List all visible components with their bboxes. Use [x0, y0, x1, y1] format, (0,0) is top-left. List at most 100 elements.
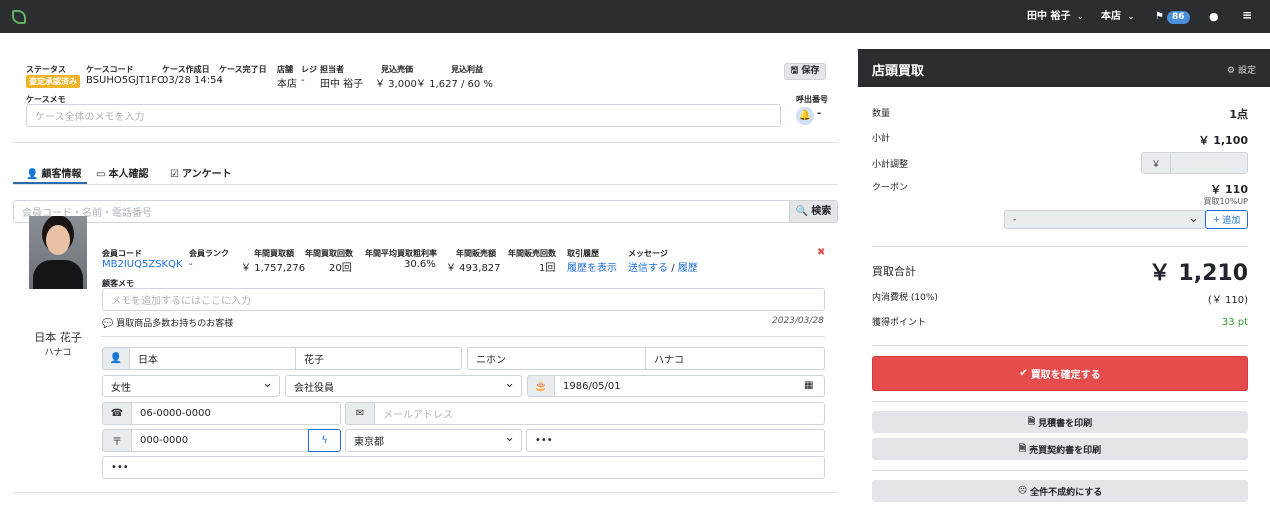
first-kana-input[interactable]: ハナコ: [645, 347, 825, 370]
cancel-all-button[interactable]: ☹ 全件不成約にする: [872, 480, 1248, 502]
staff-label: 担当者: [320, 65, 344, 74]
check-icon: ✔: [1019, 368, 1028, 379]
coupon-note: 買取10%UP: [1203, 197, 1248, 206]
divider: [872, 246, 1248, 247]
postal-mark-icon: 〒: [102, 429, 132, 452]
save-icon: 🖫: [790, 66, 799, 76]
call-number-label: 呼出番号: [796, 95, 828, 104]
annual-buy-count-label: 年間買取回数: [305, 249, 353, 258]
annual-buy-label: 年間買取額: [254, 249, 294, 258]
est-price-value: ￥ 3,000: [375, 79, 417, 90]
last-kana-input[interactable]: ニホン: [467, 347, 646, 370]
member-rank-label: 会員ランク: [189, 249, 229, 258]
est-price-label: 見込売価: [381, 65, 413, 74]
user-icon: 👤: [26, 169, 39, 180]
email-input[interactable]: メールアドレス: [374, 402, 825, 425]
address-line2-input[interactable]: •••: [102, 456, 825, 479]
register-label: レジ: [301, 65, 317, 74]
save-button[interactable]: 🖫 保存: [784, 63, 826, 80]
store-label: 店舗: [277, 65, 293, 74]
envelope-icon: ✉: [345, 402, 375, 425]
gender-select[interactable]: 女性: [102, 375, 280, 397]
print-contract-button[interactable]: 🗎 売買契約書を印刷: [872, 438, 1248, 460]
annual-sales-value: ￥ 493,827: [446, 263, 501, 274]
subtotal-label: 小計: [872, 134, 891, 144]
customer-memo-input[interactable]: メモを追加するにはここに入力: [102, 288, 825, 311]
case-created-value: 03/28 14:54: [162, 75, 223, 86]
annual-sales-count-value: 1回: [539, 263, 556, 274]
app-logo-icon[interactable]: [12, 10, 26, 24]
status-label: ステータス: [26, 65, 66, 74]
notifications-button[interactable]: ⚑ 86: [1155, 10, 1190, 24]
panel-header: 店頭買取 ⚙ 設定: [858, 49, 1270, 87]
case-completed-value: -: [219, 75, 223, 86]
staff-value: 田中 裕子: [320, 79, 364, 90]
chevron-down-icon: ⌄: [1127, 12, 1135, 21]
coupon-value: ￥ 110: [1210, 183, 1248, 196]
pdf-icon: 🗎: [1027, 417, 1036, 427]
occupation-select[interactable]: 会社役員: [285, 375, 522, 397]
tab-customer-info[interactable]: 👤 顧客情報: [26, 165, 81, 180]
address-line1-input[interactable]: •••: [526, 429, 825, 452]
divider: [872, 345, 1248, 346]
send-message-link[interactable]: 送信する: [628, 263, 668, 274]
case-created-label: ケース作成日: [162, 65, 210, 74]
case-completed-label: ケース完了日: [219, 65, 267, 74]
prefecture-select[interactable]: 東京都: [345, 429, 522, 452]
message-label: メッセージ: [628, 249, 668, 258]
member-code-link[interactable]: MB2IUQ5ZSKQK: [102, 259, 183, 270]
last-name-input[interactable]: 日本: [129, 347, 296, 370]
address-lookup-button[interactable]: ϟ: [308, 429, 341, 452]
total-label: 買取合計: [872, 265, 916, 278]
first-name-input[interactable]: 花子: [295, 347, 462, 370]
store-menu[interactable]: 本店 ⌄: [1101, 10, 1134, 23]
notification-count-badge: 86: [1166, 11, 1190, 24]
avg-margin-value: 30.6%: [404, 259, 436, 270]
est-profit-label: 見込利益: [451, 65, 483, 74]
annual-sales-count-label: 年間販売回数: [508, 249, 556, 258]
phone-icon: ☎: [102, 402, 132, 425]
print-estimate-button[interactable]: 🗎 見積書を印刷: [872, 411, 1248, 433]
user-name: 田中 裕子: [1027, 11, 1071, 22]
subtotal-adjust-input[interactable]: [1170, 152, 1248, 174]
confirm-purchase-button[interactable]: ✔ 買取を確定する: [872, 356, 1248, 391]
bell-icon[interactable]: 🔔: [796, 107, 814, 125]
est-profit-value: ￥ 1,627 / 60 %: [416, 79, 493, 90]
search-button[interactable]: 🔍 検索: [789, 200, 838, 223]
birthday-input[interactable]: 1986/05/01: [554, 375, 825, 397]
quantity-label: 数量: [872, 109, 891, 119]
user-menu[interactable]: 田中 裕子 ⌄: [1027, 10, 1084, 23]
history-label: 取引履歴: [567, 249, 599, 258]
purchase-panel: 店頭買取 ⚙ 設定 数量 1点 小計 ￥ 1,100 小計調整 ￥ クーポン ￥ …: [858, 49, 1270, 515]
top-navbar: 田中 裕子 ⌄ 本店 ⌄ ⚑ 86 ● ≡: [0, 0, 1270, 33]
customer-kana: ハナコ: [44, 348, 72, 358]
subtotal-value: ￥ 1,100: [1198, 134, 1248, 147]
close-icon[interactable]: ✖: [817, 247, 825, 258]
comment-icon: 💬: [102, 319, 114, 329]
calendar-icon[interactable]: ▦: [804, 380, 813, 391]
settings-button[interactable]: ⚙ 設定: [1227, 63, 1256, 76]
comment-date: 2023/03/28: [772, 316, 824, 326]
tax-value: (￥ 110): [1207, 295, 1248, 306]
panel-title: 店頭買取: [872, 64, 925, 79]
tab-survey[interactable]: ☑ アンケート: [170, 165, 232, 180]
customer-name: 日本 花子: [34, 331, 82, 344]
tabs-divider: [13, 184, 838, 185]
id-card-icon: ▭: [96, 169, 106, 180]
chat-icon[interactable]: ●: [1209, 10, 1219, 23]
phone-input[interactable]: 06-0000-0000: [131, 402, 341, 425]
hamburger-menu-icon[interactable]: ≡: [1242, 9, 1252, 22]
add-coupon-button[interactable]: + 追加: [1205, 210, 1248, 229]
subtotal-adjust-label: 小計調整: [872, 160, 909, 170]
message-history-link[interactable]: 履歴: [678, 263, 698, 274]
postal-code-input[interactable]: 000-0000: [131, 429, 309, 452]
tab-identity-check[interactable]: ▭ 本人確認: [96, 165, 148, 180]
customer-search-input[interactable]: 会員コード・名前・電話番号: [13, 200, 791, 223]
coupon-select[interactable]: -: [1004, 210, 1206, 229]
points-value: 33 pt: [1221, 317, 1248, 328]
status-badge: 査定承認済み: [26, 75, 80, 88]
case-memo-input[interactable]: ケース全体のメモを入力: [26, 104, 781, 127]
flag-icon: ⚑: [1155, 11, 1164, 22]
member-rank-value: -: [189, 259, 193, 270]
view-history-link[interactable]: 履歴を表示: [567, 259, 617, 274]
